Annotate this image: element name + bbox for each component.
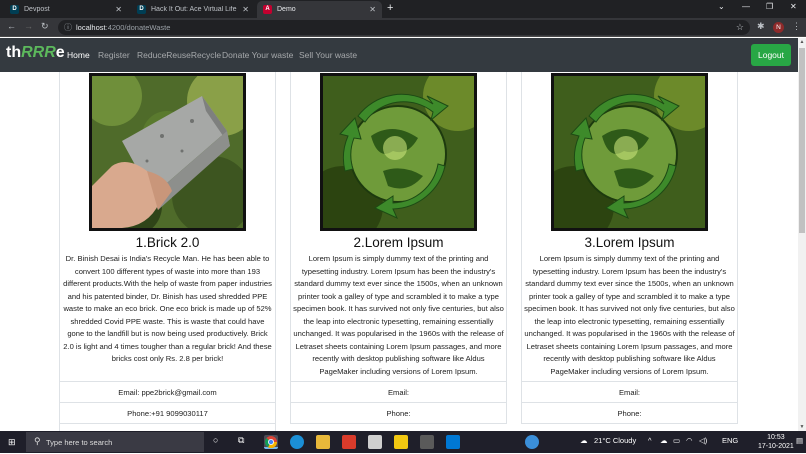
tray-chevron-icon[interactable]: ^ bbox=[648, 436, 652, 445]
scroll-up-icon[interactable]: ▲ bbox=[798, 39, 806, 45]
battery-icon[interactable]: ▭ bbox=[673, 436, 680, 445]
taskbar-clock[interactable]: 10:53 17-10-2021 bbox=[758, 433, 794, 451]
search-icon: ⚲ bbox=[34, 436, 41, 446]
weather-cloud-icon: ☁ bbox=[580, 436, 588, 445]
nav-reduce-reuse-recycle[interactable]: ReduceReuseRecycle bbox=[137, 50, 221, 60]
card-title: 2.Lorem Ipsum bbox=[353, 235, 444, 250]
restore-icon[interactable]: ❐ bbox=[766, 2, 773, 11]
bookmark-star-icon[interactable]: ☆ bbox=[736, 22, 744, 33]
terminal-icon[interactable] bbox=[420, 435, 434, 449]
taskbar-search[interactable]: ⚲ Type here to search bbox=[26, 432, 204, 452]
profile-avatar[interactable]: N bbox=[773, 22, 784, 33]
recycle-globe-image bbox=[551, 73, 708, 231]
nav-sell-your-waste[interactable]: Sell Your waste bbox=[299, 50, 357, 60]
network-icon[interactable]: ◠ bbox=[686, 436, 693, 445]
brand-logo[interactable]: thRRRe bbox=[6, 44, 65, 62]
card-email: Email: bbox=[291, 381, 506, 402]
sticky-notes-icon[interactable] bbox=[394, 435, 408, 449]
site-info-icon[interactable]: ⓘ bbox=[64, 22, 72, 33]
reload-icon[interactable]: ↻ bbox=[41, 21, 49, 32]
browser-tab-strip: D Devpost ✕ D Hack It Out: Ace Virtual L… bbox=[0, 0, 806, 18]
notepad-icon[interactable] bbox=[368, 435, 382, 449]
file-explorer-icon[interactable] bbox=[316, 435, 330, 449]
app-tray-icon[interactable] bbox=[525, 435, 539, 449]
edge-icon[interactable] bbox=[290, 435, 304, 449]
scrollbar-thumb[interactable] bbox=[799, 48, 805, 233]
tab-devpost[interactable]: D Devpost ✕ bbox=[4, 1, 128, 18]
language-indicator[interactable]: ENG bbox=[722, 436, 738, 445]
card-title: 3.Lorem Ipsum bbox=[584, 235, 675, 250]
devpost-favicon-icon: D bbox=[137, 5, 146, 14]
onedrive-icon[interactable]: ☁ bbox=[660, 436, 668, 445]
waste-card: 3.Lorem Ipsum Lorem Ipsum is simply dumm… bbox=[521, 72, 738, 424]
tab-close-icon[interactable]: ✕ bbox=[115, 5, 122, 14]
card-phone: Phone: bbox=[522, 402, 737, 423]
windows-start-icon[interactable]: ⊞ bbox=[8, 437, 16, 448]
tab-close-icon[interactable]: ✕ bbox=[369, 5, 376, 14]
address-bar[interactable]: ⓘ localhost:4200/donateWaste ☆ bbox=[58, 20, 750, 35]
logout-button[interactable]: Logout bbox=[751, 44, 791, 66]
angular-favicon-icon: A bbox=[263, 5, 272, 14]
new-tab-icon[interactable]: + bbox=[387, 2, 393, 14]
cortana-icon[interactable]: ○ bbox=[213, 435, 218, 445]
search-placeholder: Type here to search bbox=[46, 438, 113, 447]
minimize-icon[interactable]: — bbox=[742, 2, 750, 11]
card-title: 1.Brick 2.0 bbox=[135, 235, 200, 250]
vscode-icon[interactable] bbox=[446, 435, 460, 449]
windows-taskbar: ⊞ ⚲ Type here to search ○ ⧉ ☁ 21°C Cloud… bbox=[0, 431, 806, 453]
tab-demo[interactable]: A Demo ✕ bbox=[257, 1, 382, 18]
card-description: Dr. Binish Desai is India's Recycle Man.… bbox=[63, 254, 272, 363]
card-phone: Phone:+91 9099030117 bbox=[60, 402, 275, 423]
weather-text[interactable]: 21°C Cloudy bbox=[594, 436, 636, 445]
waste-card: 2.Lorem Ipsum Lorem Ipsum is simply dumm… bbox=[290, 72, 507, 424]
devpost-favicon-icon: D bbox=[10, 5, 19, 14]
page-scrollbar[interactable]: ▲ ▼ bbox=[798, 38, 806, 431]
url-text: localhost:4200/donateWaste bbox=[76, 23, 171, 32]
card-phone: Phone: bbox=[291, 402, 506, 423]
tab-hack-it-out[interactable]: D Hack It Out: Ace Virtual Life with ✕ bbox=[131, 1, 255, 18]
nav-home[interactable]: Home bbox=[67, 50, 90, 60]
card-email: Email: ppe2brick@gmail.com bbox=[60, 381, 275, 402]
card-description: Lorem Ipsum is simply dummy text of the … bbox=[524, 254, 735, 376]
donate-waste-content: 1.Brick 2.0 Dr. Binish Desai is India's … bbox=[0, 72, 798, 431]
app-navbar: thRRRe Home Register ReduceReuseRecycle … bbox=[0, 38, 798, 72]
close-window-icon[interactable]: ✕ bbox=[790, 2, 797, 11]
notifications-icon[interactable]: ▤ bbox=[796, 436, 803, 445]
chrome-icon[interactable] bbox=[264, 435, 278, 449]
extensions-icon[interactable]: ✱ bbox=[757, 21, 765, 32]
waste-card: 1.Brick 2.0 Dr. Binish Desai is India's … bbox=[59, 72, 276, 431]
back-icon[interactable]: ← bbox=[7, 21, 16, 31]
forward-icon[interactable]: → bbox=[24, 21, 33, 31]
nav-register[interactable]: Register bbox=[98, 50, 130, 60]
card-address: Address:Dr.Binish Desai 12-A Girdhar cha… bbox=[60, 423, 275, 431]
nav-donate-your-waste[interactable]: Donate Your waste bbox=[222, 50, 293, 60]
card-description: Lorem Ipsum is simply dummy text of the … bbox=[293, 254, 504, 376]
card-email: Email: bbox=[522, 381, 737, 402]
tab-title: Demo bbox=[277, 6, 296, 13]
volume-icon[interactable]: ◁) bbox=[699, 436, 707, 445]
browser-toolbar: ← → ↻ ⓘ localhost:4200/donateWaste ☆ ✱ N… bbox=[0, 18, 806, 37]
office-icon[interactable] bbox=[342, 435, 356, 449]
tab-search-icon[interactable]: ⌄ bbox=[718, 2, 725, 11]
tab-title: Devpost bbox=[24, 6, 50, 13]
browser-menu-icon[interactable]: ⋮ bbox=[792, 21, 801, 32]
scroll-down-icon[interactable]: ▼ bbox=[798, 424, 806, 430]
brick-photo bbox=[89, 73, 246, 231]
task-view-icon[interactable]: ⧉ bbox=[238, 435, 244, 446]
tab-title: Hack It Out: Ace Virtual Life with bbox=[151, 6, 238, 13]
tab-close-icon[interactable]: ✕ bbox=[242, 5, 249, 14]
recycle-globe-image bbox=[320, 73, 477, 231]
